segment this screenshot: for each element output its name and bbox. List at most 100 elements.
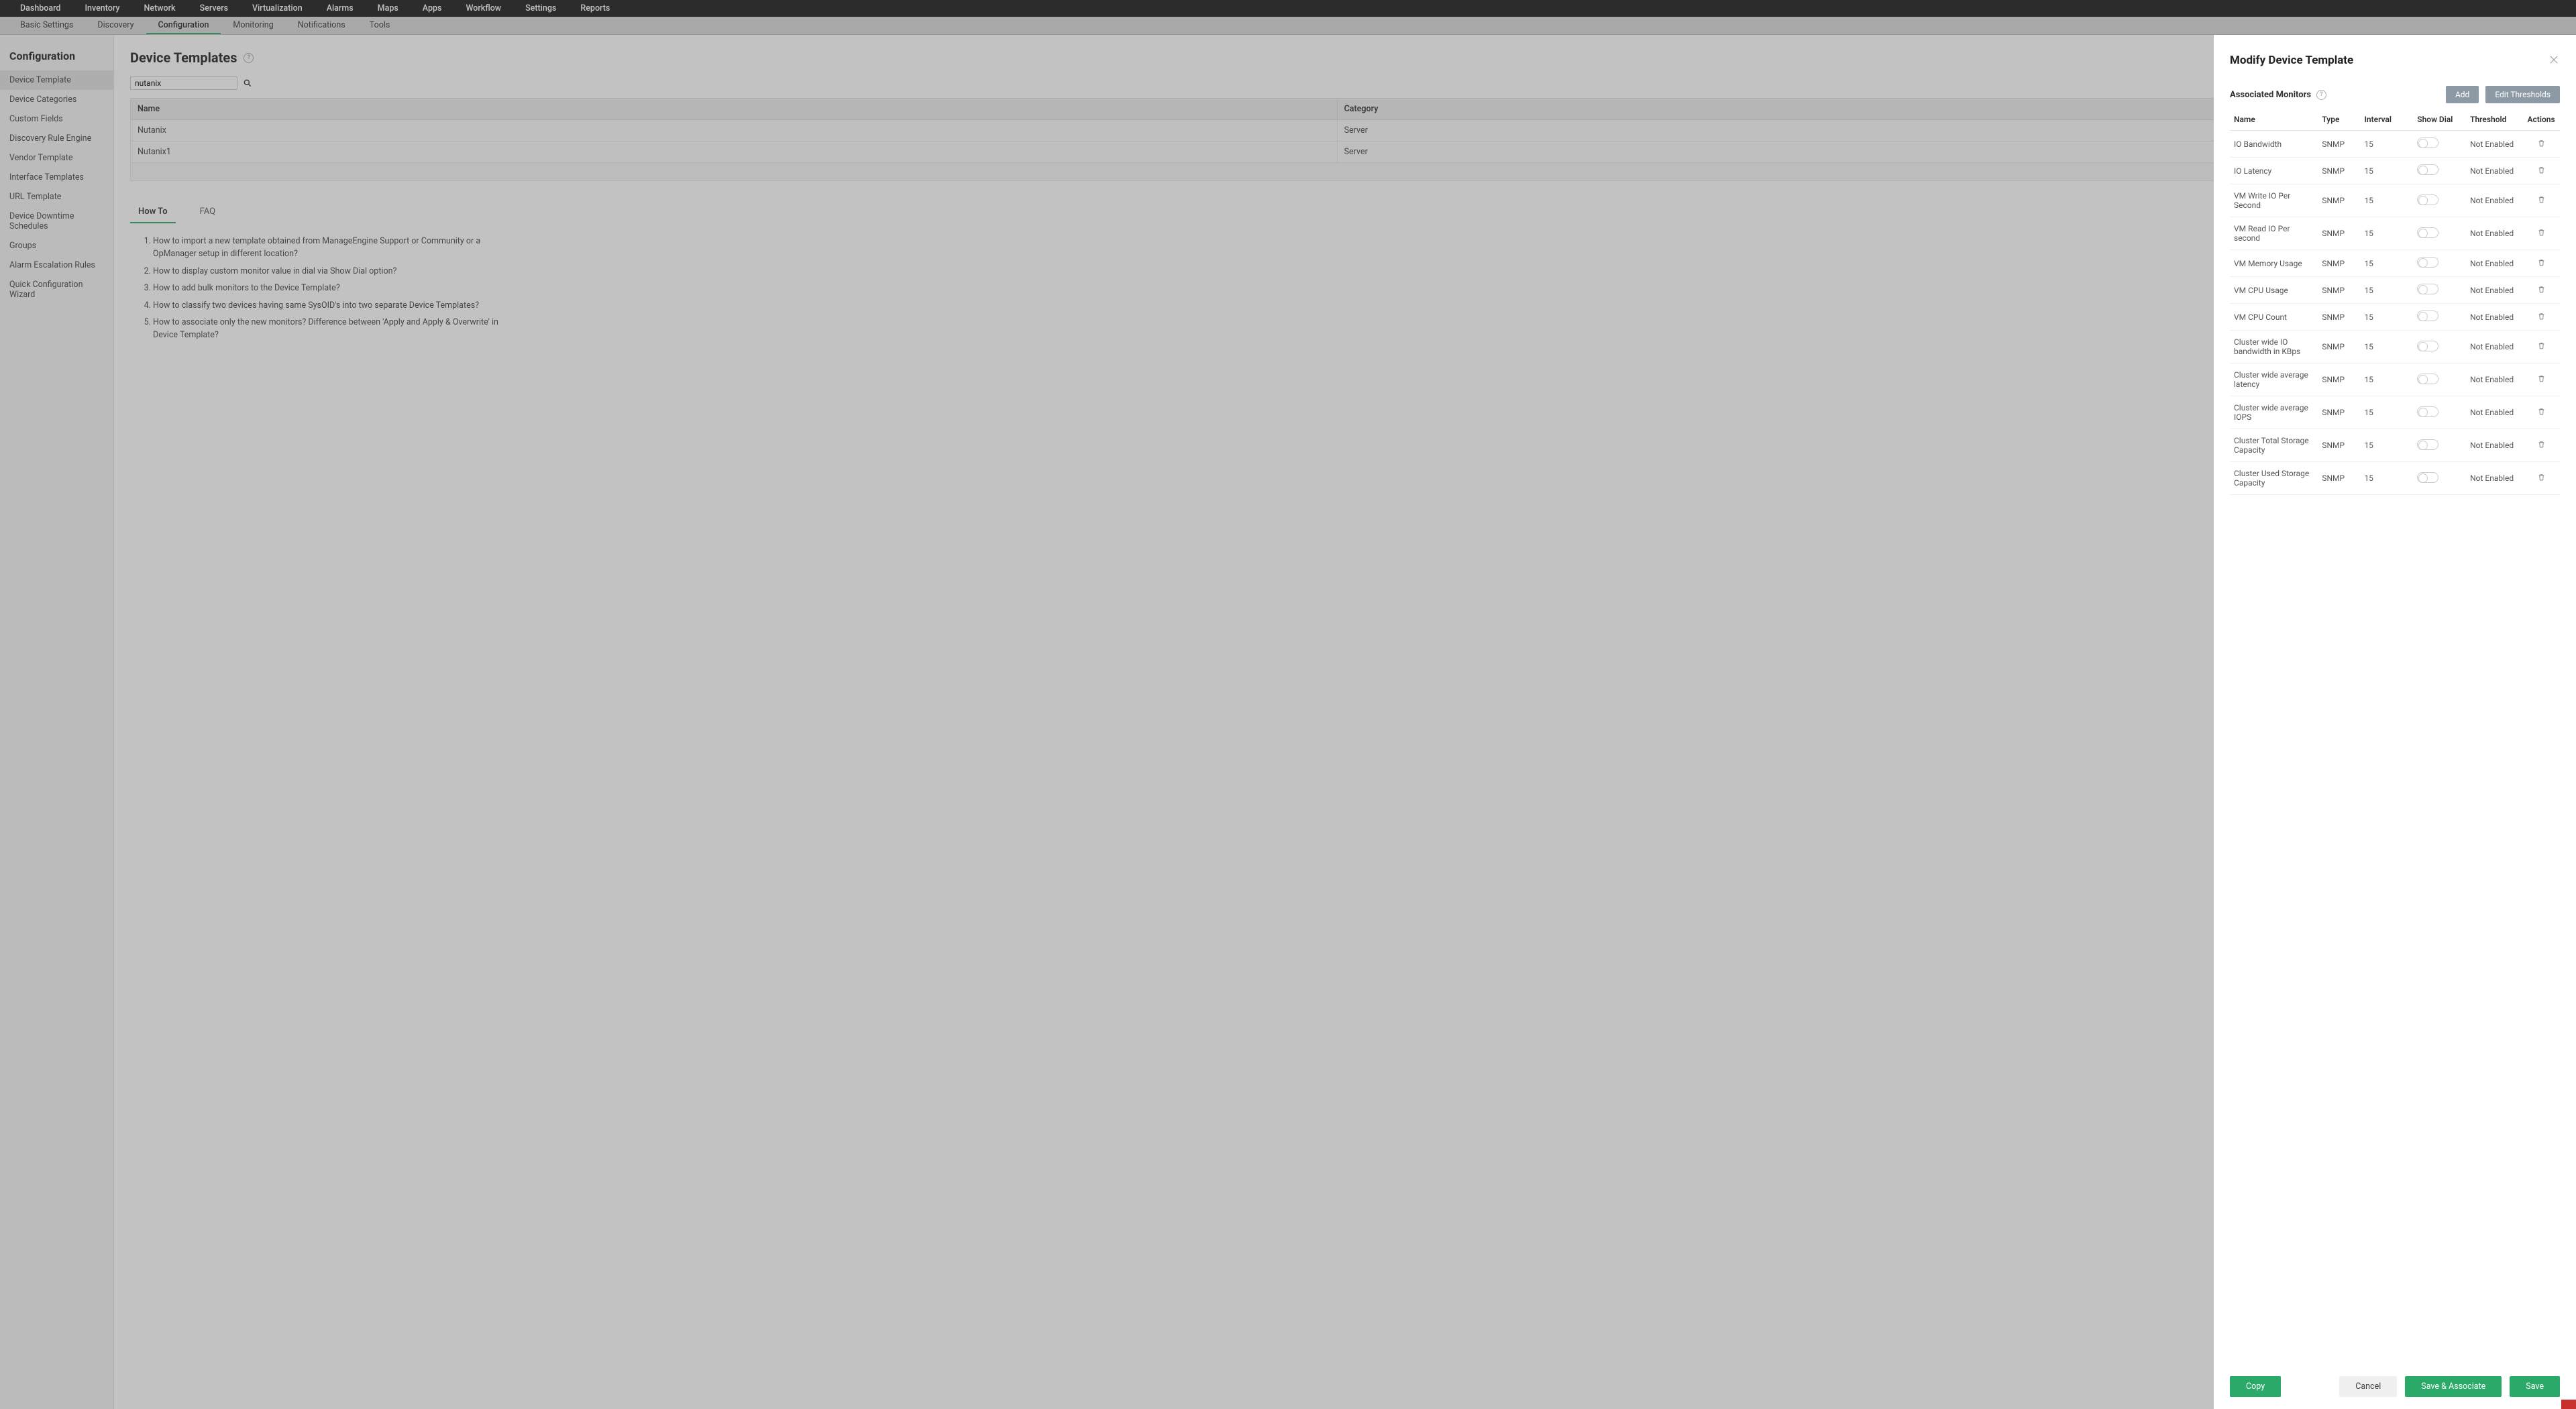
mon-threshold: Not Enabled <box>2466 250 2522 277</box>
mon-interval: 15 <box>2360 277 2413 304</box>
trash-icon[interactable] <box>2537 229 2546 239</box>
mon-type: SNMP <box>2318 250 2360 277</box>
mon-interval: 15 <box>2360 363 2413 396</box>
trash-icon[interactable] <box>2537 260 2546 269</box>
monitor-row: Cluster wide IO bandwidth in KBpsSNMP15 N… <box>2230 331 2560 363</box>
mon-interval: 15 <box>2360 158 2413 184</box>
mon-name: VM CPU Count <box>2230 304 2318 331</box>
mon-name: Cluster Used Storage Capacity <box>2230 462 2318 495</box>
monitor-row: IO LatencySNMP15 Not Enabled <box>2230 158 2560 184</box>
show-dial-toggle[interactable] <box>2417 164 2438 175</box>
mon-type: SNMP <box>2318 158 2360 184</box>
mon-type: SNMP <box>2318 277 2360 304</box>
help-icon[interactable]: ? <box>2316 90 2326 100</box>
monitor-row: Cluster wide average latencySNMP15 Not En… <box>2230 363 2560 396</box>
trash-icon[interactable] <box>2537 343 2546 352</box>
mon-threshold: Not Enabled <box>2466 396 2522 429</box>
mon-threshold: Not Enabled <box>2466 184 2522 217</box>
close-icon[interactable] <box>2548 54 2560 68</box>
show-dial-toggle[interactable] <box>2417 406 2438 417</box>
mon-type: SNMP <box>2318 131 2360 158</box>
overlay <box>0 0 2576 1409</box>
mon-interval: 15 <box>2360 396 2413 429</box>
show-dial-toggle[interactable] <box>2417 194 2438 205</box>
trash-icon[interactable] <box>2537 376 2546 385</box>
add-button[interactable]: Add <box>2446 86 2479 103</box>
panel-title: Modify Device Template <box>2230 54 2560 67</box>
show-dial-toggle[interactable] <box>2417 311 2438 321</box>
mon-col-name: Name <box>2230 109 2318 131</box>
monitor-row: VM Write IO Per SecondSNMP15 Not Enabled <box>2230 184 2560 217</box>
mon-name: VM CPU Usage <box>2230 277 2318 304</box>
mon-type: SNMP <box>2318 363 2360 396</box>
mon-interval: 15 <box>2360 331 2413 363</box>
trash-icon[interactable] <box>2537 286 2546 296</box>
mon-threshold: Not Enabled <box>2466 277 2522 304</box>
mon-threshold: Not Enabled <box>2466 363 2522 396</box>
copy-button[interactable]: Copy <box>2230 1376 2281 1397</box>
mon-name: Cluster wide average IOPS <box>2230 396 2318 429</box>
mon-type: SNMP <box>2318 331 2360 363</box>
monitor-row: Cluster Used Storage CapacitySNMP15 Not E… <box>2230 462 2560 495</box>
monitor-row: VM CPU UsageSNMP15 Not Enabled <box>2230 277 2560 304</box>
mon-name: VM Write IO Per Second <box>2230 184 2318 217</box>
monitors-table: NameTypeIntervalShow DialThresholdAction… <box>2230 109 2560 495</box>
monitor-row: VM CPU CountSNMP15Not Enabled <box>2230 304 2560 331</box>
show-dial-toggle[interactable] <box>2417 257 2438 268</box>
mon-name: Cluster wide average latency <box>2230 363 2318 396</box>
mon-type: SNMP <box>2318 184 2360 217</box>
mon-threshold: Not Enabled <box>2466 304 2522 331</box>
monitor-row: VM Read IO Per secondSNMP15 Not Enabled <box>2230 217 2560 250</box>
mon-col-actions: Actions <box>2522 109 2560 131</box>
mon-col-interval: Interval <box>2360 109 2413 131</box>
mon-name: Cluster wide IO bandwidth in KBps <box>2230 331 2318 363</box>
mon-col-type: Type <box>2318 109 2360 131</box>
mon-name: VM Read IO Per second <box>2230 217 2318 250</box>
trash-icon[interactable] <box>2537 408 2546 418</box>
show-dial-toggle[interactable] <box>2417 284 2438 294</box>
mon-interval: 15 <box>2360 250 2413 277</box>
trash-icon[interactable] <box>2537 167 2546 176</box>
mon-interval: 15 <box>2360 304 2413 331</box>
mon-interval: 15 <box>2360 462 2413 495</box>
mon-interval: 15 <box>2360 217 2413 250</box>
mon-name: VM Memory Usage <box>2230 250 2318 277</box>
corner-tab[interactable] <box>2561 1400 2576 1409</box>
save-button[interactable]: Save <box>2510 1376 2560 1397</box>
mon-threshold: Not Enabled <box>2466 158 2522 184</box>
mon-interval: 15 <box>2360 184 2413 217</box>
mon-type: SNMP <box>2318 462 2360 495</box>
show-dial-toggle[interactable] <box>2417 341 2438 351</box>
mon-type: SNMP <box>2318 429 2360 462</box>
mon-threshold: Not Enabled <box>2466 462 2522 495</box>
panel-subtitle: Associated Monitors <box>2230 90 2311 100</box>
mon-type: SNMP <box>2318 217 2360 250</box>
mon-type: SNMP <box>2318 396 2360 429</box>
modify-template-panel: Modify Device Template Associated Monito… <box>2214 35 2576 1409</box>
edit-thresholds-button[interactable]: Edit Thresholds <box>2485 86 2560 103</box>
show-dial-toggle[interactable] <box>2417 472 2438 483</box>
mon-col-show-dial: Show Dial <box>2413 109 2466 131</box>
show-dial-toggle[interactable] <box>2417 137 2438 148</box>
show-dial-toggle[interactable] <box>2417 374 2438 384</box>
trash-icon[interactable] <box>2537 441 2546 451</box>
mon-name: IO Bandwidth <box>2230 131 2318 158</box>
mon-name: IO Latency <box>2230 158 2318 184</box>
mon-threshold: Not Enabled <box>2466 331 2522 363</box>
show-dial-toggle[interactable] <box>2417 227 2438 238</box>
cancel-button[interactable]: Cancel <box>2339 1376 2397 1397</box>
mon-interval: 15 <box>2360 131 2413 158</box>
trash-icon[interactable] <box>2537 196 2546 206</box>
monitor-row: Cluster wide average IOPSSNMP15 Not Enabl… <box>2230 396 2560 429</box>
mon-interval: 15 <box>2360 429 2413 462</box>
mon-threshold: Not Enabled <box>2466 131 2522 158</box>
trash-icon[interactable] <box>2537 313 2546 323</box>
trash-icon[interactable] <box>2537 140 2546 150</box>
trash-icon[interactable] <box>2537 474 2546 484</box>
show-dial-toggle[interactable] <box>2417 439 2438 450</box>
mon-threshold: Not Enabled <box>2466 217 2522 250</box>
monitor-row: VM Memory UsageSNMP15 Not Enabled <box>2230 250 2560 277</box>
mon-col-threshold: Threshold <box>2466 109 2522 131</box>
save-associate-button[interactable]: Save & Associate <box>2405 1376 2502 1397</box>
mon-name: Cluster Total Storage Capacity <box>2230 429 2318 462</box>
